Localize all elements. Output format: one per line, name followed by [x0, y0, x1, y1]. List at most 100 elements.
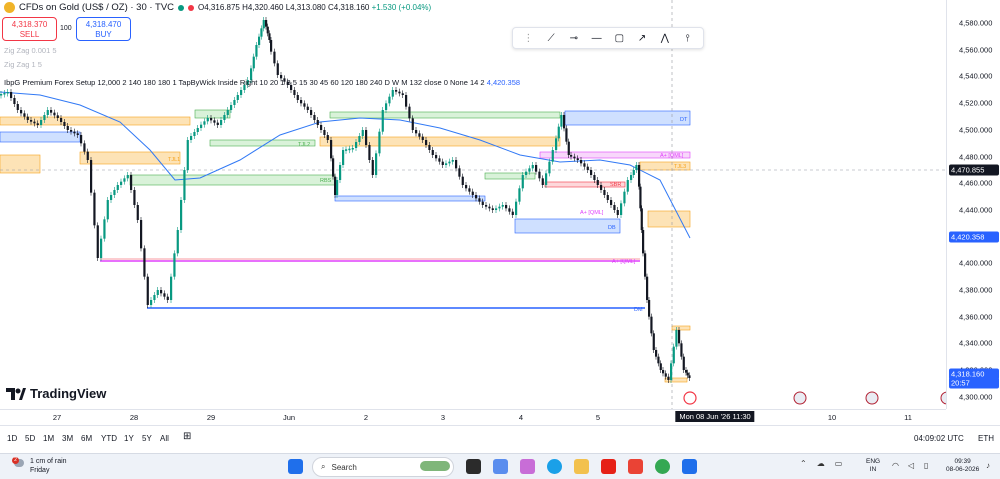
candle-body — [405, 95, 408, 107]
candle-body — [657, 356, 660, 364]
date-range-calendar-icon[interactable]: ⊞ — [183, 431, 191, 442]
vertical-line-icon[interactable]: ⫯ — [679, 29, 697, 47]
candle-body — [220, 120, 223, 125]
widgets-icon[interactable] — [493, 459, 508, 474]
task-view-icon[interactable] — [466, 459, 481, 474]
battery-status-icon[interactable]: ▯ — [924, 461, 928, 470]
edge-browser-icon[interactable] — [547, 459, 562, 474]
candle-body — [646, 276, 649, 300]
chart-area[interactable]: DT DB RBS TJL1 TJL2 SBR A+ [QML] A+ [QML… — [0, 0, 946, 409]
symbol-name[interactable]: CFDs on Gold (US$ / OZ) · 30 · TVC — [19, 2, 174, 13]
path-icon[interactable]: ⋀ — [656, 29, 674, 47]
cloud-icon: ☁ — [816, 459, 825, 468]
range-1y[interactable]: 1Y — [124, 434, 134, 443]
app-red-icon[interactable] — [628, 459, 643, 474]
indicator-zigzag-2[interactable]: Zig Zag 1 5 — [4, 60, 42, 69]
candle-body — [240, 90, 243, 95]
wifi-icon[interactable]: ◠ — [892, 461, 899, 470]
range-all[interactable]: All — [160, 434, 169, 443]
trend-line-icon[interactable]: ⟋ — [542, 29, 560, 47]
candle-body — [431, 150, 434, 155]
candle-body — [560, 115, 563, 127]
candle-body — [173, 253, 176, 277]
candle-body — [670, 363, 673, 380]
zone-label-dt: DT — [680, 117, 688, 123]
candle-body — [610, 200, 613, 205]
price-chart[interactable]: DT DB RBS TJL1 TJL2 SBR A+ [QML] A+ [QML… — [0, 0, 946, 409]
candle-body — [216, 122, 219, 125]
candle-body — [648, 300, 651, 317]
taskbar-clock[interactable]: 09:39 08-06-2026 — [946, 458, 979, 474]
zone-db — [514, 218, 621, 234]
sell-button[interactable]: 4,318.370 SELL — [2, 17, 57, 41]
ohlc-change: +1.530 (+0.04%) — [371, 3, 432, 12]
tradingview-logo[interactable]: TradingView — [6, 386, 106, 401]
candle-body — [163, 293, 166, 297]
candle-body — [3, 93, 6, 95]
crosshair-price-label: 4,470.855 — [949, 164, 999, 176]
arrow-icon[interactable]: ↗ — [633, 29, 651, 47]
drag-handle-icon[interactable]: ⋮ — [519, 29, 537, 47]
currency-selector[interactable]: ETH — [978, 434, 994, 443]
lot-size[interactable]: 100 — [60, 25, 72, 32]
range-1m[interactable]: 1M — [43, 434, 54, 443]
windows-taskbar: 2 1 cm of rain Friday ⌕ Search ⌃ ☁ ▭ ENG — [0, 453, 1000, 479]
range-5y[interactable]: 5Y — [142, 434, 152, 443]
candle-body — [63, 122, 66, 126]
candle-body — [511, 211, 514, 215]
chrome-icon[interactable] — [655, 459, 670, 474]
candle-body — [226, 110, 229, 115]
candle-body — [475, 195, 478, 199]
copilot-icon[interactable] — [520, 459, 535, 474]
price-tick: 4,540.000 — [959, 71, 993, 81]
candle-body — [471, 191, 474, 195]
range-1d[interactable]: 1D — [7, 434, 17, 443]
candle-body — [20, 110, 23, 114]
range-6m[interactable]: 6M — [81, 434, 92, 443]
volume-icon[interactable]: ◁ — [908, 461, 914, 470]
zone-label-aqml-mid: A+ [QML] — [580, 210, 604, 216]
buy-button[interactable]: 4,318.470 BUY — [76, 17, 131, 41]
file-explorer-icon[interactable] — [574, 459, 589, 474]
windows-start-icon[interactable] — [288, 459, 303, 474]
range-3m[interactable]: 3M — [62, 434, 73, 443]
time-tick: 4 — [518, 413, 524, 422]
range-ytd[interactable]: YTD — [101, 434, 117, 443]
candle-body — [334, 176, 337, 195]
notification-icon[interactable]: ♪ — [986, 461, 990, 470]
language-indicator[interactable]: ENG IN — [866, 458, 880, 474]
system-tray[interactable]: ⌃ ☁ ▭ — [800, 459, 842, 468]
youtube-icon[interactable] — [601, 459, 616, 474]
horizontal-line-icon[interactable]: — — [588, 29, 606, 47]
candle-body — [638, 165, 641, 187]
sell-price: 4,318.370 — [11, 20, 48, 29]
time-tick: Jun — [282, 413, 296, 422]
weather-widget[interactable]: 2 1 cm of rain Friday — [12, 457, 67, 475]
candle-body — [13, 98, 16, 104]
price-tick: 4,400.000 — [959, 258, 993, 268]
app-blue-icon[interactable] — [682, 459, 697, 474]
candle-body — [515, 201, 518, 215]
rectangle-icon[interactable]: ▢ — [610, 29, 628, 47]
price-tick: 4,360.000 — [959, 312, 993, 322]
candle-body — [421, 136, 424, 140]
indicator-forex-setup[interactable]: IbpG Premium Forex Setup 12,000 2 140 18… — [4, 78, 520, 87]
horizontal-ray-icon[interactable]: ⊸ — [565, 29, 583, 47]
drawing-toolbar[interactable]: ⋮ ⟋ ⊸ — ▢ ↗ ⋀ ⫯ — [512, 27, 704, 49]
candle-body — [678, 330, 681, 344]
indicator-zigzag-1[interactable]: Zig Zag 0.001 5 — [4, 46, 57, 55]
zone-label-aqml-top: A+ [QML] — [660, 153, 684, 159]
utc-clock[interactable]: 04:09:02 UTC — [914, 434, 964, 443]
candle-body — [116, 185, 119, 190]
candle-body — [320, 125, 323, 130]
price-axis[interactable]: 4,580.000 4,560.000 4,540.000 4,520.000 4,50… — [946, 0, 1000, 409]
candle-body — [40, 120, 43, 125]
range-5d[interactable]: 5D — [25, 434, 35, 443]
candle-body — [43, 115, 46, 120]
candle-body — [639, 186, 642, 209]
time-axis[interactable]: 27 28 29 Jun 2 3 4 5 10 11 Mon 08 Jun '26 11:30 — [0, 409, 946, 425]
candle-body — [136, 205, 139, 220]
candle-body — [23, 113, 26, 117]
symbol-header[interactable]: CFDs on Gold (US$ / OZ) · 30 · TVC O4,31… — [4, 2, 431, 13]
bottom-toolbar: 1D 5D 1M 3M 6M YTD 1Y 5Y All ⊞ 04:09:02 … — [0, 425, 1000, 453]
